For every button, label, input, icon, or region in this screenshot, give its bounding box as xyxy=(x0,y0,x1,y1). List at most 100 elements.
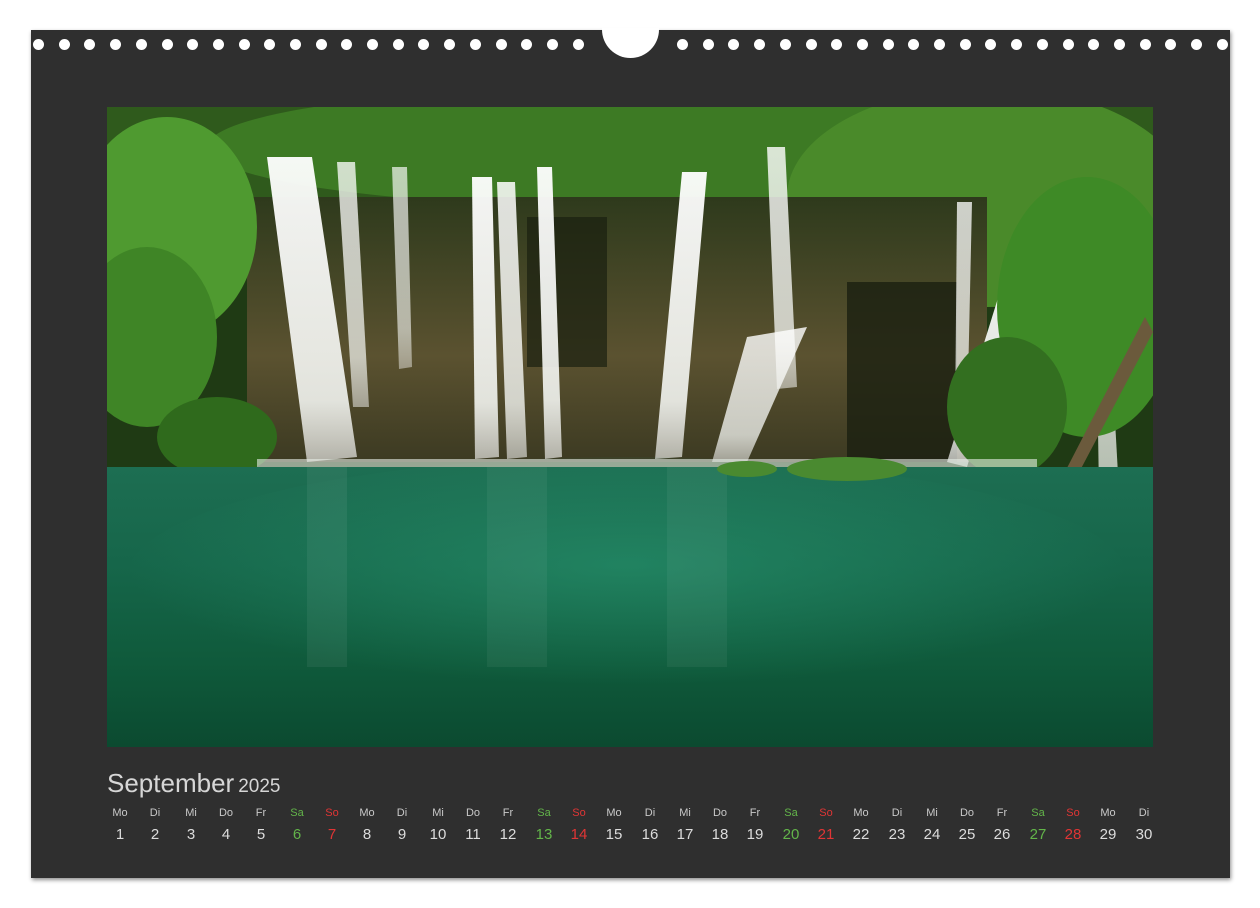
calendar-day: Mo 1 xyxy=(102,806,138,845)
binding-hole xyxy=(341,39,352,50)
binding-hole xyxy=(703,39,714,50)
weekday-label: Sa xyxy=(784,807,798,819)
binding-hole xyxy=(59,39,70,50)
weekday-label: Di xyxy=(644,807,656,819)
calendar-day: Do 18 xyxy=(702,806,738,845)
calendar-day: Di 2 xyxy=(137,806,173,845)
calendar-day: Fr 12 xyxy=(490,806,526,845)
weekday-label: Fr xyxy=(502,807,514,819)
weekday-label: Fr xyxy=(749,807,761,819)
day-number: 12 xyxy=(499,826,517,843)
day-number: 15 xyxy=(605,826,623,843)
day-number: 27 xyxy=(1029,826,1047,843)
calendar-day: Mi 24 xyxy=(914,806,950,845)
binding-hole xyxy=(496,39,507,50)
binding-hole xyxy=(136,39,147,50)
year-label: 2025 xyxy=(238,776,281,797)
binding-hole xyxy=(985,39,996,50)
day-number: 1 xyxy=(115,826,125,843)
binding-hole xyxy=(444,39,455,50)
calendar-day: Do 11 xyxy=(455,806,491,845)
binding-hole xyxy=(1037,39,1048,50)
binding-hole xyxy=(547,39,558,50)
binding-hole xyxy=(367,39,378,50)
binding-hole xyxy=(883,39,894,50)
binding-hole xyxy=(470,39,481,50)
day-number: 16 xyxy=(641,826,659,843)
day-number: 11 xyxy=(465,826,481,843)
calendar-day: Sa 13 xyxy=(526,806,562,845)
binding-hole xyxy=(728,39,739,50)
binding-hole xyxy=(754,39,765,50)
binding-hole xyxy=(806,39,817,50)
weekday-label: Fr xyxy=(996,807,1008,819)
weekday-label: Mi xyxy=(679,807,691,819)
weekday-label: Di xyxy=(1138,807,1150,819)
day-number: 13 xyxy=(535,826,553,843)
binding-hole xyxy=(418,39,429,50)
calendar-day: Fr 5 xyxy=(243,806,279,845)
day-number: 8 xyxy=(362,826,372,843)
weekday-label: Mo xyxy=(606,807,622,819)
day-number: 25 xyxy=(958,826,976,843)
binding-hole xyxy=(780,39,791,50)
day-number: 18 xyxy=(711,826,729,843)
binding-hole xyxy=(831,39,842,50)
day-number: 19 xyxy=(746,826,764,843)
day-number: 20 xyxy=(782,826,800,843)
weekday-label: Do xyxy=(218,807,234,819)
weekday-label: Mo xyxy=(359,807,375,819)
calendar-day: Di 23 xyxy=(879,806,915,845)
weekday-label: Sa xyxy=(537,807,551,819)
calendar-day: Sa 6 xyxy=(279,806,315,845)
binding-hole xyxy=(1114,39,1125,50)
calendar-day: Do 25 xyxy=(949,806,985,845)
binding-hole xyxy=(908,39,919,50)
weekday-label: So xyxy=(325,807,339,819)
calendar-day: So 14 xyxy=(561,806,597,845)
binding-hole xyxy=(213,39,224,50)
weekday-label: Di xyxy=(891,807,903,819)
binding-hole xyxy=(162,39,173,50)
weekday-label: So xyxy=(819,807,833,819)
calendar-day: Mo 22 xyxy=(843,806,879,845)
weekday-label: Do xyxy=(465,807,481,819)
day-number: 29 xyxy=(1099,826,1117,843)
calendar-day: Fr 19 xyxy=(737,806,773,845)
calendar-day: Mi 17 xyxy=(667,806,703,845)
calendar-day: Mo 15 xyxy=(596,806,632,845)
month-title: September 2025 xyxy=(107,768,280,799)
calendar-day: Mo 8 xyxy=(349,806,385,845)
binding-hole xyxy=(521,39,532,50)
day-number: 30 xyxy=(1135,826,1153,843)
day-number: 17 xyxy=(676,826,694,843)
day-number: 7 xyxy=(327,826,337,843)
weekday-label: Mi xyxy=(926,807,938,819)
weekday-label: Do xyxy=(712,807,728,819)
day-number: 10 xyxy=(429,826,447,843)
calendar-day: Mo 29 xyxy=(1090,806,1126,845)
day-number: 14 xyxy=(570,826,588,843)
day-number: 23 xyxy=(888,826,906,843)
binding-hole xyxy=(1165,39,1176,50)
calendar-day: Sa 20 xyxy=(773,806,809,845)
binding-hole xyxy=(960,39,971,50)
calendar-day: Di 9 xyxy=(384,806,420,845)
calendar-day: Di 16 xyxy=(632,806,668,845)
binding-hole xyxy=(33,39,44,50)
day-number: 21 xyxy=(817,826,835,843)
calendar-page: September 2025 Mo 1 Di 2 Mi 3 Do 4 Fr 5 Sa 6 So 7 Mo 8 Di… xyxy=(31,28,1230,878)
weekday-label: Do xyxy=(959,807,975,819)
calendar-grid: Mo 1 Di 2 Mi 3 Do 4 Fr 5 Sa 6 So 7 Mo 8 Di 9 Mi 10 Do 11 Fr 12 S… xyxy=(102,806,1162,856)
weekday-label: Mi xyxy=(432,807,444,819)
calendar-day: Fr 26 xyxy=(984,806,1020,845)
binding-hole xyxy=(84,39,95,50)
day-number: 24 xyxy=(923,826,941,843)
binding-hole xyxy=(1088,39,1099,50)
binding-hole xyxy=(1011,39,1022,50)
calendar-day: Do 4 xyxy=(208,806,244,845)
day-number: 4 xyxy=(221,826,231,843)
binding-hole xyxy=(239,39,250,50)
weekday-label: Fr xyxy=(255,807,267,819)
weekday-label: Di xyxy=(396,807,408,819)
